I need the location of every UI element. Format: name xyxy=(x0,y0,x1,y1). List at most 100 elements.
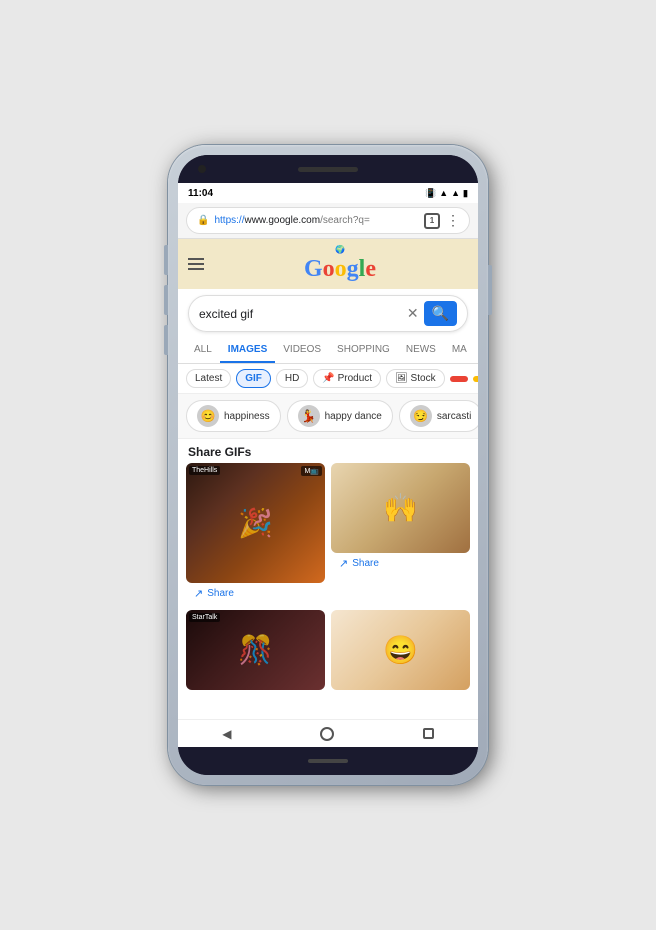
nav-bar: ◀ xyxy=(178,719,478,747)
gif-image-2 xyxy=(331,463,470,553)
chip-color-red[interactable] xyxy=(450,376,468,382)
url-text: https://www.google.com/search?q= xyxy=(214,215,419,226)
share-icon-1: ↗ xyxy=(194,587,203,600)
camera xyxy=(198,165,206,173)
url-domain: www.google.com xyxy=(244,215,320,226)
search-query: excited gif xyxy=(199,307,402,321)
tab-shopping[interactable]: SHOPPING xyxy=(329,338,398,363)
related-happiness[interactable]: 😊 happiness xyxy=(186,400,281,432)
tab-all[interactable]: ALL xyxy=(186,338,220,363)
recents-icon xyxy=(423,728,434,739)
related-happy-dance[interactable]: 💃 happy dance xyxy=(287,400,393,432)
chip-color-yellow[interactable] xyxy=(473,376,478,382)
hamburger-line-2 xyxy=(188,263,204,265)
related-thumb-happy-dance: 💃 xyxy=(298,405,320,427)
back-icon: ◀ xyxy=(222,727,231,741)
lock-icon: 🔒 xyxy=(197,215,209,226)
gif-mtv-tag: M📺 xyxy=(301,466,322,476)
clear-search-button[interactable]: ✕ xyxy=(407,305,419,322)
gif-image-1: TheHills M📺 xyxy=(186,463,325,583)
share-icon-2: ↗ xyxy=(339,557,348,570)
related-thumb-sarcastic: 😏 xyxy=(410,405,432,427)
search-input-wrap: excited gif ✕ 🔍 xyxy=(188,295,468,332)
stock-icon: 🖼 xyxy=(395,373,408,384)
share-button-1[interactable]: ↗ Share xyxy=(186,583,325,604)
status-bar: 11:04 📳 ▲ ▲ ▮ xyxy=(178,183,478,203)
gif-column-right: ↗ Share xyxy=(331,463,470,604)
search-tabs: ALL IMAGES VIDEOS SHOPPING NEWS MA xyxy=(178,338,478,364)
tab-more[interactable]: MA xyxy=(444,338,475,363)
google-logo: 🌍 Google xyxy=(212,245,468,283)
gif-card-4[interactable] xyxy=(331,610,470,690)
gif-source-3: StarTalk xyxy=(189,613,220,622)
phone-screen-container: 11:04 📳 ▲ ▲ ▮ 🔒 https://www.google.com/s… xyxy=(178,155,478,775)
browser-bar: 🔒 https://www.google.com/search?q= 1 ⋮ xyxy=(178,203,478,239)
url-bar[interactable]: 🔒 https://www.google.com/search?q= 1 ⋮ xyxy=(186,207,470,234)
chip-latest[interactable]: Latest xyxy=(186,369,231,388)
gif-image-4 xyxy=(331,610,470,690)
chip-product[interactable]: 📌 Product xyxy=(313,369,381,388)
doodle-earth: 🌍 xyxy=(304,245,376,254)
back-button[interactable]: ◀ xyxy=(222,727,231,741)
home-icon xyxy=(320,727,334,741)
filter-chips: Latest GIF HD 📌 Product 🖼 Stock xyxy=(178,364,478,394)
google-logo-text: Google xyxy=(304,256,376,283)
tab-videos[interactable]: VIDEOS xyxy=(275,338,329,363)
battery-icon: ▮ xyxy=(463,188,468,199)
gif-card-2[interactable] xyxy=(331,463,470,553)
gif-card-1[interactable]: TheHills M📺 ↗ Share xyxy=(186,463,325,604)
status-icons: 📳 ▲ ▲ ▮ xyxy=(425,188,468,199)
phone-device: 11:04 📳 ▲ ▲ ▮ 🔒 https://www.google.com/s… xyxy=(168,145,488,785)
gif-card-3[interactable]: StarTalk xyxy=(186,610,325,690)
related-sarcastic[interactable]: 😏 sarcasti xyxy=(399,400,478,432)
gif-grid: TheHills M📺 ↗ Share xyxy=(178,463,478,690)
product-pin-icon: 📌 xyxy=(322,373,334,384)
logo-g2: g xyxy=(347,256,359,282)
hamburger-line-3 xyxy=(188,268,204,270)
gif-card-1-image: TheHills M📺 xyxy=(186,463,325,583)
url-path: /search?q= xyxy=(320,215,370,226)
more-menu-button[interactable]: ⋮ xyxy=(446,212,459,229)
logo-o2: o xyxy=(335,256,347,282)
chip-hd[interactable]: HD xyxy=(276,369,308,388)
gif-source-1: TheHills xyxy=(189,466,220,475)
google-header: 🌍 Google xyxy=(178,239,478,289)
recents-button[interactable] xyxy=(423,728,434,739)
share-label-1: Share xyxy=(207,588,234,599)
search-submit-button[interactable]: 🔍 xyxy=(424,301,457,326)
top-bezel xyxy=(178,155,478,183)
status-time: 11:04 xyxy=(188,188,213,199)
tab-count[interactable]: 1 xyxy=(424,213,440,229)
hamburger-menu-button[interactable] xyxy=(188,258,204,270)
logo-o1: o xyxy=(323,256,335,282)
search-bar: excited gif ✕ 🔍 xyxy=(178,289,478,338)
chip-stock[interactable]: 🖼 Stock xyxy=(386,369,445,388)
bottom-bar xyxy=(308,759,348,763)
wifi-icon: ▲ xyxy=(439,188,448,198)
url-protocol: https:// xyxy=(214,215,244,226)
results-area: Share GIFs TheHills M📺 ↗ Share xyxy=(178,439,478,719)
related-label-happiness: happiness xyxy=(224,411,270,422)
related-thumb-happiness: 😊 xyxy=(197,405,219,427)
hamburger-line-1 xyxy=(188,258,204,260)
logo-g: G xyxy=(304,256,323,282)
vibrate-icon: 📳 xyxy=(425,188,436,199)
tab-images[interactable]: IMAGES xyxy=(220,338,275,363)
bottom-bezel xyxy=(178,747,478,775)
share-label-2: Share xyxy=(352,558,379,569)
home-button[interactable] xyxy=(320,727,334,741)
share-gifs-label: Share GIFs xyxy=(178,439,478,463)
share-button-2[interactable]: ↗ Share xyxy=(331,553,470,574)
tab-news[interactable]: NEWS xyxy=(398,338,444,363)
speaker xyxy=(298,167,358,172)
chip-gif[interactable]: GIF xyxy=(236,369,271,388)
gif-card-4-image xyxy=(331,610,470,690)
related-searches: 😊 happiness 💃 happy dance 😏 sarcasti xyxy=(178,394,478,439)
logo-e: e xyxy=(365,256,376,282)
url-actions: 1 ⋮ xyxy=(424,212,459,229)
gif-card-3-image: StarTalk xyxy=(186,610,325,690)
signal-icon: ▲ xyxy=(451,188,460,198)
gif-image-3: StarTalk xyxy=(186,610,325,690)
related-label-happy-dance: happy dance xyxy=(325,411,382,422)
related-label-sarcastic: sarcasti xyxy=(437,411,471,422)
